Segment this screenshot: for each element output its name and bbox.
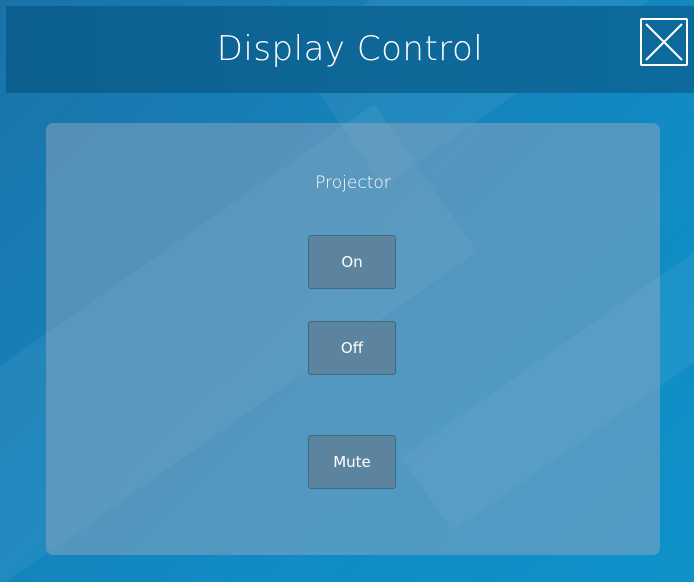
projector-on-button[interactable]: On (308, 235, 396, 289)
close-icon (645, 23, 683, 61)
app-background: Display Control Projector On Off Mute (0, 0, 694, 582)
projector-off-button[interactable]: Off (308, 321, 396, 375)
close-button[interactable] (640, 18, 688, 66)
section-label-projector: Projector (315, 173, 391, 193)
projector-mute-button[interactable]: Mute (308, 435, 396, 489)
projector-panel: Projector On Off Mute (46, 123, 660, 555)
page-title: Display Control (216, 29, 484, 69)
header-bar: Display Control (6, 6, 694, 93)
